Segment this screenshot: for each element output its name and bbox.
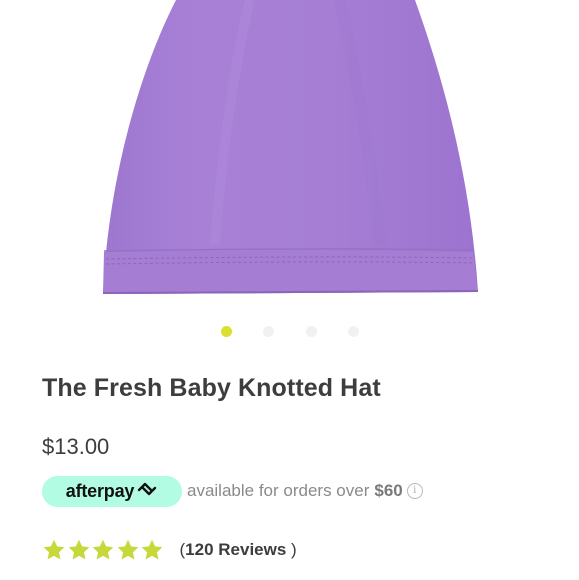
star-icon [141, 539, 163, 560]
info-icon[interactable]: i [406, 483, 423, 499]
carousel-dots [0, 326, 579, 338]
star-rating [42, 538, 165, 562]
reviews-close-paren: ) [286, 540, 297, 559]
carousel-dot-4[interactable] [348, 326, 359, 337]
carousel-dot-2[interactable] [263, 326, 274, 337]
afterpay-threshold-amount: $60 [374, 481, 403, 500]
star-icon [92, 539, 114, 560]
product-image-carousel[interactable] [0, 0, 579, 310]
afterpay-badge[interactable]: afterpay [42, 475, 182, 507]
rating-row: (120 Reviews ) [42, 536, 297, 564]
afterpay-row: afterpay available for orders over $60 i [42, 475, 423, 507]
star-icon [43, 539, 65, 560]
reviews-link[interactable]: (120 Reviews ) [180, 540, 297, 560]
afterpay-logo-text: afterpay [65, 480, 135, 501]
product-price: $13.00 [42, 434, 110, 459]
carousel-dot-1[interactable] [221, 326, 232, 337]
product-title: The Fresh Baby Knotted Hat [42, 374, 381, 402]
reviews-count: 120 Reviews [185, 540, 287, 559]
carousel-dot-3[interactable] [306, 326, 317, 337]
product-image [102, 0, 479, 294]
star-icon [117, 539, 138, 560]
star-icon [68, 539, 89, 560]
afterpay-availability-text: available for orders over [187, 481, 370, 500]
afterpay-arrows-icon [136, 481, 158, 502]
